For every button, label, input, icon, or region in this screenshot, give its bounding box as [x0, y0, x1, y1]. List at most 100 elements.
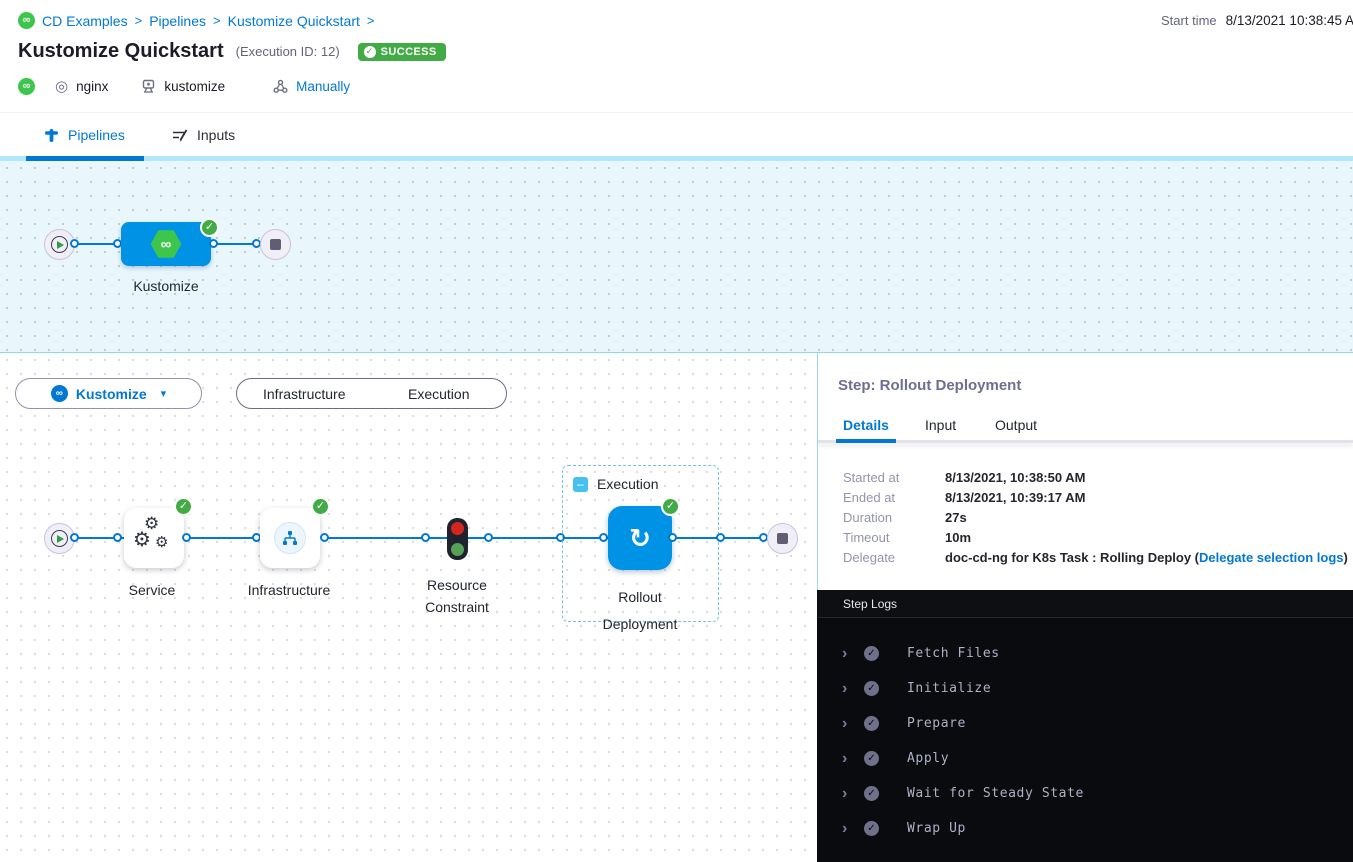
- infrastructure-node-label: Infrastructure: [239, 582, 339, 598]
- canvas-divider: [0, 352, 1353, 353]
- step-panel-title: Step: Rollout Deployment: [838, 377, 1021, 394]
- detail-row-delegate: Delegate doc-cd-ng for K8s Task : Rollin…: [843, 550, 1348, 566]
- log-section-initialize[interactable]: › ✓ Initialize: [817, 671, 1353, 706]
- delegate-value: doc-cd-ng for K8s Task : Rolling Deploy …: [945, 550, 1199, 565]
- page-title: Kustomize Quickstart: [18, 40, 224, 63]
- section-success-icon: ✓: [864, 681, 879, 696]
- step-node-resource-constraint[interactable]: [447, 518, 468, 560]
- harness-cd-module-icon: ∞: [18, 78, 35, 95]
- log-section-label: Wrap Up: [907, 821, 966, 836]
- connector-dot: [421, 533, 430, 542]
- delegate-selection-logs-link[interactable]: Delegate selection logs: [1199, 550, 1344, 565]
- tab-output[interactable]: Output: [995, 417, 1037, 433]
- breadcrumb-separator: >: [213, 13, 221, 28]
- status-badge-label: SUCCESS: [381, 46, 437, 58]
- connector-dot: [70, 239, 79, 248]
- detail-value: 8/13/2021, 10:39:17 AM: [945, 490, 1085, 506]
- execution-id: (Execution ID: 12): [236, 44, 340, 59]
- log-section-label: Initialize: [907, 681, 991, 696]
- section-success-icon: ✓: [864, 751, 879, 766]
- stage-graph-canvas[interactable]: ∞ ✓ Kustomize: [0, 161, 1353, 353]
- stage-selector-label: Kustomize: [76, 386, 147, 402]
- chevron-right-icon[interactable]: ›: [842, 785, 864, 803]
- start-time: Start time 8/13/2021 10:38:45 AM: [1161, 13, 1353, 28]
- stage-end-node[interactable]: [260, 229, 291, 260]
- breadcrumb-pipelines[interactable]: Pipelines: [149, 13, 206, 29]
- breadcrumb-separator: >: [135, 13, 143, 28]
- section-success-icon: ✓: [864, 716, 879, 731]
- toggle-infrastructure[interactable]: Infrastructure: [237, 386, 372, 402]
- stop-icon: [270, 239, 281, 250]
- log-section-label: Wait for Steady State: [907, 786, 1084, 801]
- chevron-right-icon[interactable]: ›: [842, 750, 864, 768]
- chevron-right-icon[interactable]: ›: [842, 820, 864, 838]
- connector-dot: [182, 533, 191, 542]
- detail-row-ended-at: Ended at 8/13/2021, 10:39:17 AM: [843, 490, 1085, 506]
- collapse-group-icon[interactable]: –: [573, 477, 588, 492]
- chevron-right-icon[interactable]: ›: [842, 680, 864, 698]
- connector-dot: [484, 533, 493, 542]
- start-time-label: Start time: [1161, 13, 1217, 28]
- trigger-manually-link[interactable]: Manually: [296, 79, 350, 94]
- play-icon: [51, 530, 68, 547]
- harness-cd-stage-icon: ∞: [150, 229, 182, 259]
- service-icon: ◎: [55, 77, 68, 95]
- connector-line: [186, 537, 260, 539]
- gears-icon: ⚙: [133, 530, 151, 550]
- meta-row: ∞ ◎ nginx kustomize Manually: [18, 77, 350, 95]
- execution-group-label: Execution: [597, 476, 658, 492]
- execution-graph-canvas[interactable]: ∞ Kustomize ▾ Infrastructure Execution ⚙…: [0, 353, 818, 862]
- top-tab-bar: Pipelines Inputs: [0, 112, 1353, 161]
- detail-label: Duration: [843, 510, 945, 526]
- stage-node-kustomize[interactable]: ∞: [121, 222, 211, 266]
- connector-dot: [209, 239, 218, 248]
- breadcrumb-cd-examples[interactable]: CD Examples: [42, 13, 128, 29]
- tab-inputs[interactable]: Inputs: [172, 113, 235, 157]
- pipelines-icon: [44, 128, 59, 143]
- log-section-fetch-files[interactable]: › ✓ Fetch Files: [817, 636, 1353, 671]
- connector-dot: [668, 533, 677, 542]
- chevron-right-icon[interactable]: ›: [842, 715, 864, 733]
- infrastructure-icon: [274, 522, 306, 554]
- play-icon: [51, 236, 68, 253]
- stage-node-label: Kustomize: [116, 278, 216, 294]
- log-section-wait-for-steady-state[interactable]: › ✓ Wait for Steady State: [817, 776, 1353, 811]
- step-panel-tabs: Details Input Output: [818, 417, 1353, 441]
- tabs-active-underline: [836, 439, 896, 443]
- tab-details[interactable]: Details: [843, 417, 889, 433]
- log-section-label: Prepare: [907, 716, 966, 731]
- tab-input[interactable]: Input: [925, 417, 956, 433]
- detail-row-timeout: Timeout 10m: [843, 530, 971, 546]
- log-section-prepare[interactable]: › ✓ Prepare: [817, 706, 1353, 741]
- traffic-light-green-icon: [451, 543, 464, 556]
- tab-pipelines[interactable]: Pipelines: [44, 113, 125, 157]
- step-details-panel: Step: Rollout Deployment Details Input O…: [818, 353, 1353, 590]
- stage-success-badge-icon: ✓: [200, 218, 219, 237]
- service-name: nginx: [76, 79, 108, 94]
- service-node-label: Service: [102, 582, 202, 598]
- step-node-infrastructure[interactable]: [260, 508, 320, 568]
- detail-label: Delegate: [843, 550, 945, 566]
- execution-end-node[interactable]: [767, 523, 798, 554]
- log-section-apply[interactable]: › ✓ Apply: [817, 741, 1353, 776]
- view-toggle: Infrastructure Execution: [236, 378, 507, 409]
- inputs-icon: [172, 128, 188, 142]
- section-success-icon: ✓: [864, 821, 879, 836]
- trigger-icon: [273, 79, 288, 94]
- toggle-execution[interactable]: Execution: [372, 386, 507, 402]
- execution-group-header: – Execution: [573, 476, 658, 492]
- tabs-divider: [818, 440, 1353, 443]
- start-time-value: 8/13/2021 10:38:45 AM: [1226, 13, 1353, 28]
- stage-selector-dropdown[interactable]: ∞ Kustomize ▾: [15, 378, 202, 409]
- step-node-rollout-deployment[interactable]: ↻: [608, 506, 672, 570]
- detail-value: 27s: [945, 510, 967, 526]
- chevron-right-icon[interactable]: ›: [842, 645, 864, 663]
- gears-icon: ⚙: [155, 535, 168, 550]
- breadcrumb-kustomize-quickstart[interactable]: Kustomize Quickstart: [228, 13, 360, 29]
- step-node-service[interactable]: ⚙ ⚙ ⚙: [124, 508, 184, 568]
- log-section-wrap-up[interactable]: › ✓ Wrap Up: [817, 811, 1353, 846]
- detail-value: 10m: [945, 530, 971, 546]
- environment-icon: [141, 79, 156, 94]
- rollout-redeploy-icon: ↻: [629, 525, 651, 551]
- rollout-node-label: Rollout Deployment: [590, 584, 690, 638]
